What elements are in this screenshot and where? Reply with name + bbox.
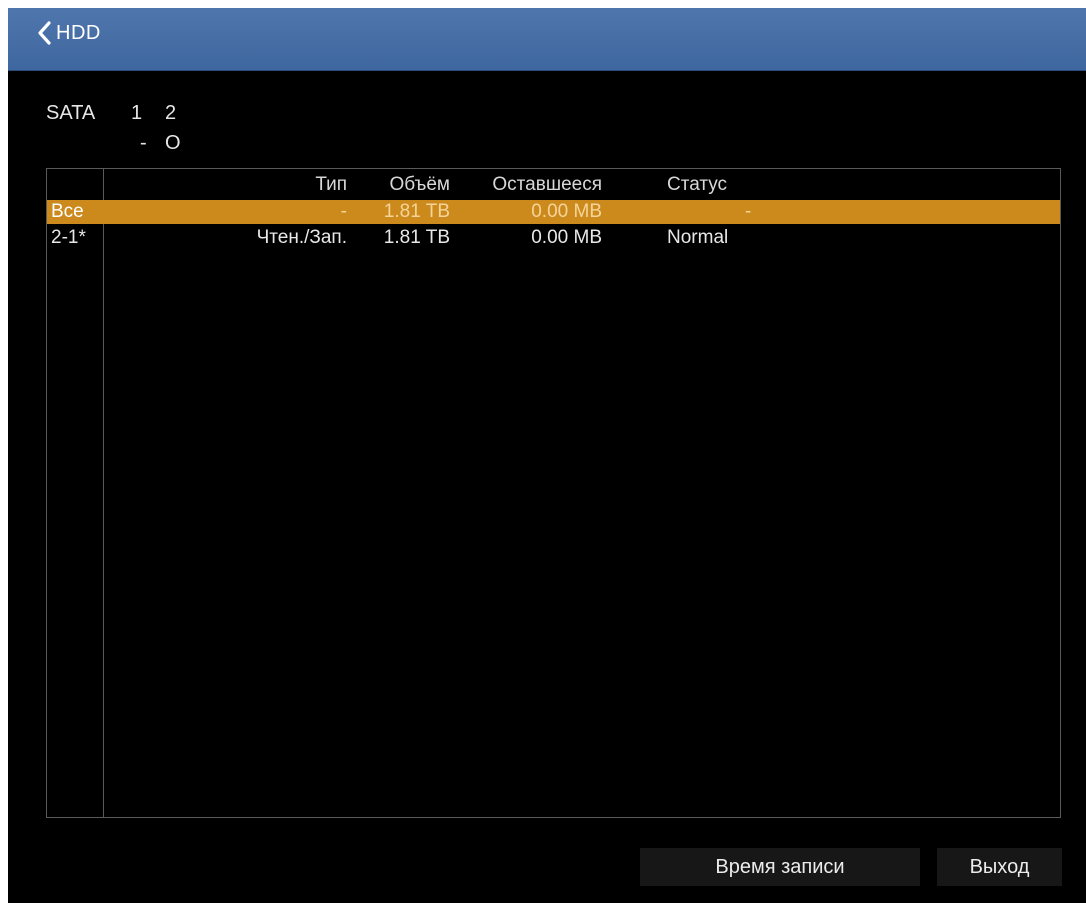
exit-button[interactable]: Выход [937,848,1062,886]
sata-port-state: - [140,132,147,154]
table-row-disk[interactable]: 2-1* Чтен./Зап. 1.81 TB 0.00 MB Normal [47,226,1060,250]
sata-label: SATA [46,102,96,124]
column-header-status: Статус [667,174,728,195]
row-free: 0.00 MB [531,227,602,248]
row-id: Все [51,201,84,222]
hdd-window: HDD SATA 1 2 - O Тип Объём Оставшееся Ст… [8,8,1086,903]
row-status: Normal [667,227,729,248]
row-free: 0.00 MB [531,201,602,222]
row-type: - [340,201,347,222]
chevron-left-icon [36,20,52,46]
sata-port-state: O [165,132,181,154]
page-title: HDD [56,21,101,44]
disk-table: Тип Объём Оставшееся Статус Все - 1.81 T… [46,168,1061,818]
row-size: 1.81 TB [383,201,450,222]
table-header: Тип Объём Оставшееся Статус [47,173,1060,197]
row-type: Чтен./Зап. [256,227,347,248]
record-time-button[interactable]: Время записи [640,848,920,886]
column-header-type: Тип [315,174,347,195]
column-divider [103,169,104,817]
row-id: 2-1* [51,227,86,248]
column-header-free: Оставшееся [492,174,602,195]
sata-port-number: 2 [165,102,177,124]
row-status: - [745,201,752,222]
sata-port-number: 1 [131,102,143,124]
table-row-all[interactable]: Все - 1.81 TB 0.00 MB - [47,200,1060,224]
back-button[interactable]: HDD [36,18,101,48]
title-bar: HDD [8,8,1086,71]
row-size: 1.81 TB [383,227,450,248]
column-header-size: Объём [389,174,450,195]
